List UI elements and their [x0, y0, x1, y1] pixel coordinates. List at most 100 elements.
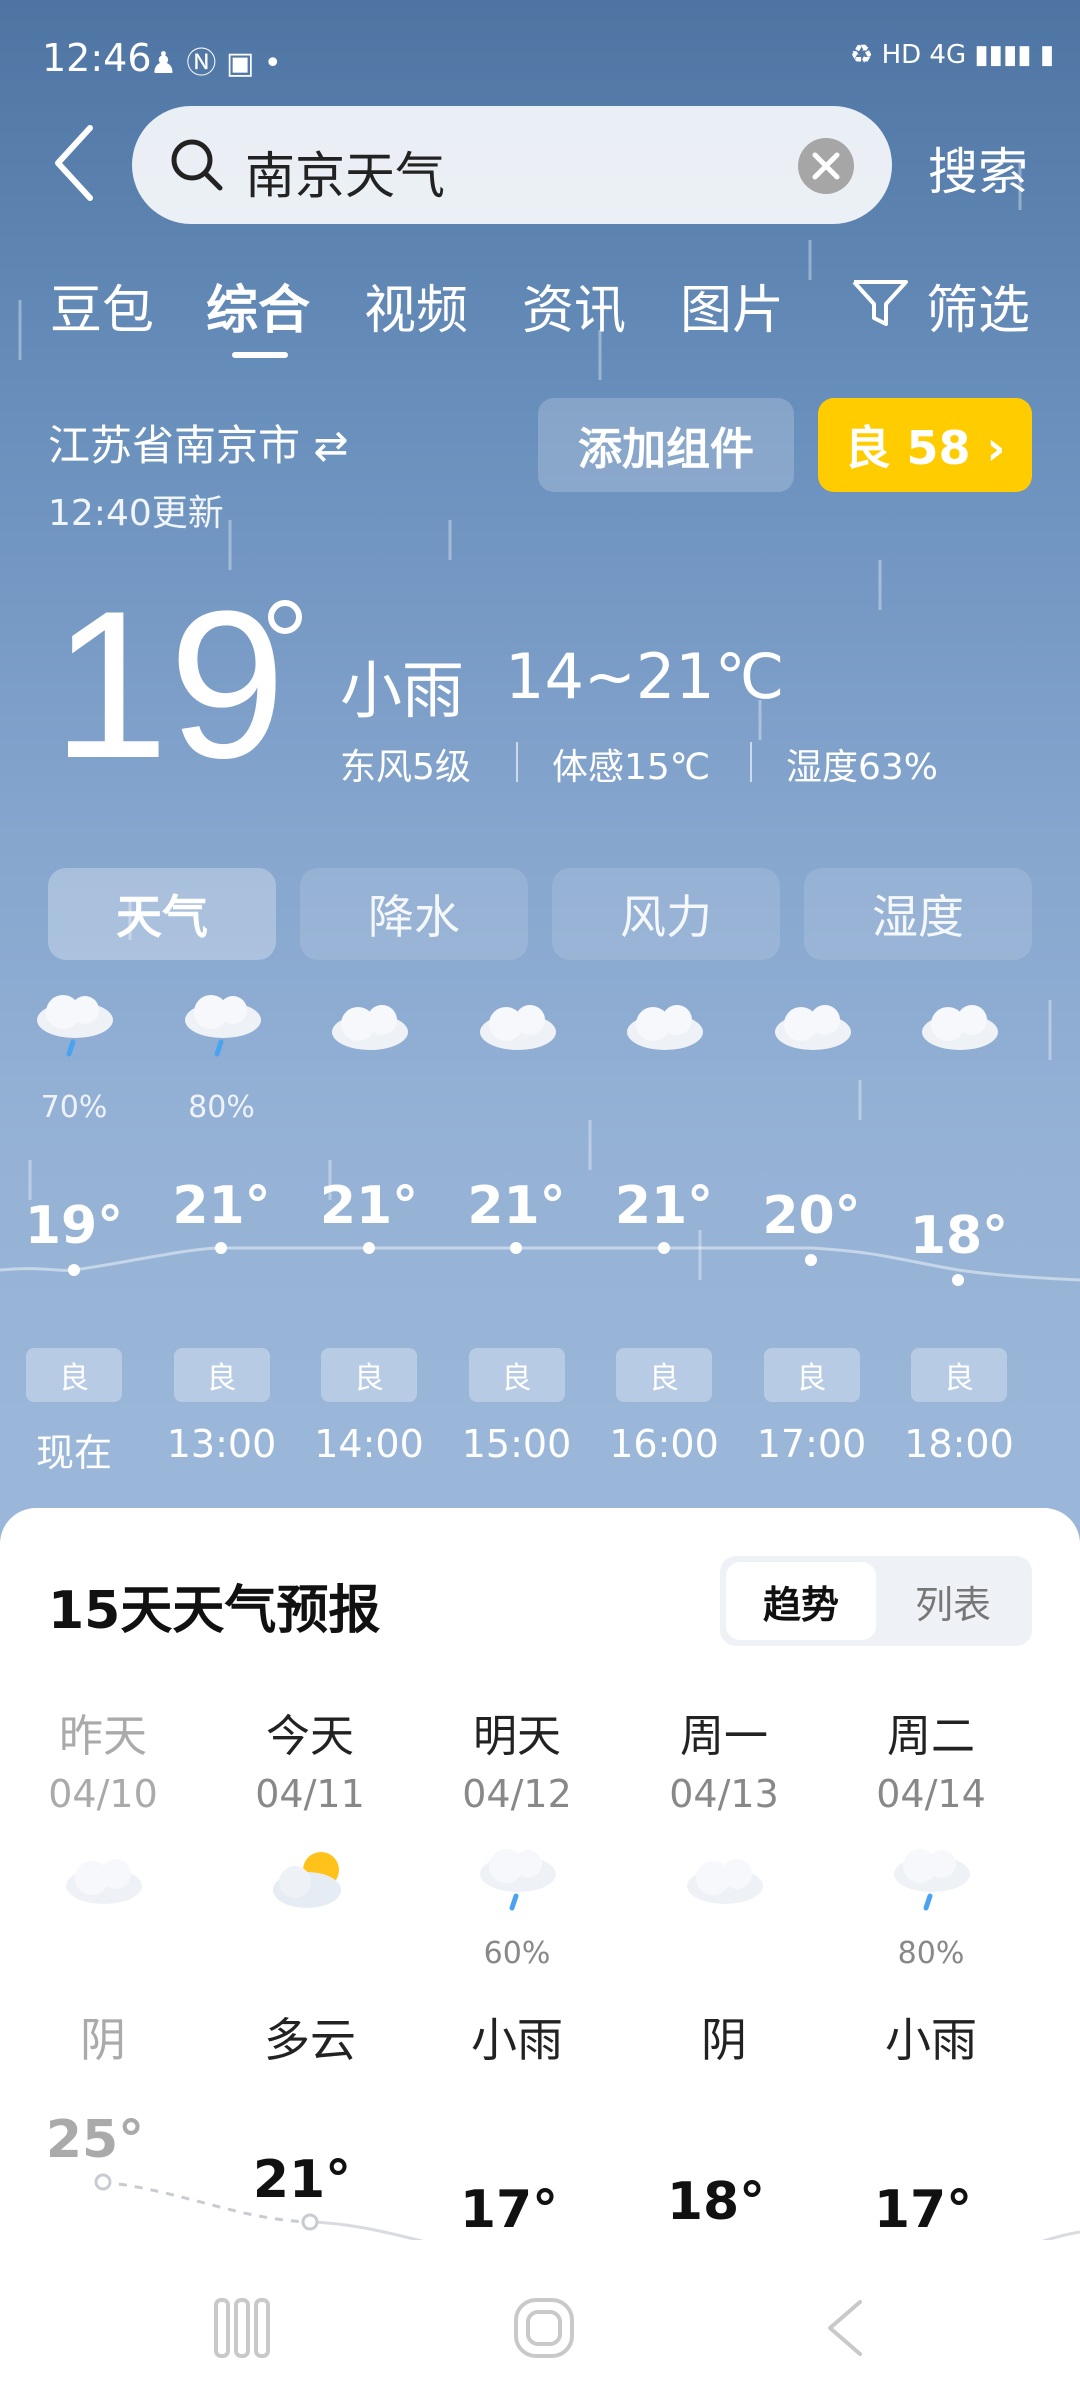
aqi-button[interactable]: 良 58 ›	[818, 398, 1032, 492]
cloud-icon	[922, 1005, 998, 1050]
status-left-icons: ♟ Ⓝ ▣ •	[150, 46, 282, 81]
day-condition: 多云	[264, 2013, 356, 2067]
divider	[750, 742, 752, 782]
day-high-temp: 21°	[252, 2150, 352, 2210]
tab-all[interactable]: 综合	[206, 268, 310, 343]
hourly-precip: 80%	[188, 1090, 255, 1125]
hourly-time: 16:00	[609, 1422, 719, 1466]
tab-doubao[interactable]: 豆包	[50, 268, 154, 343]
current-temp: 19	[52, 567, 286, 802]
search-icon	[171, 139, 223, 191]
day-high-temp: 17°	[873, 2180, 973, 2240]
day-date: 04/14	[876, 1772, 986, 1816]
hourly-aqi-badge: 良	[616, 1348, 712, 1402]
segment-wind[interactable]: 风力	[552, 868, 780, 960]
add-widget-button[interactable]: 添加组件	[538, 398, 794, 492]
segment-precip[interactable]: 降水	[300, 868, 528, 960]
view-list-button[interactable]: 列表	[878, 1562, 1028, 1640]
hourly-temp: 21°	[614, 1176, 714, 1236]
day-condition: 阴	[701, 2013, 747, 2067]
cloud-icon	[332, 1005, 408, 1050]
day-icon-0	[3, 1844, 203, 1918]
recent-apps-icon[interactable]	[212, 2296, 272, 2360]
tab-images[interactable]: 图片	[680, 268, 784, 343]
search-button[interactable]: 搜索	[928, 132, 1028, 204]
hourly-aqi-badge: 良	[911, 1348, 1007, 1402]
swap-city-icon[interactable]: ⇄	[313, 421, 348, 470]
day-name: 明天	[473, 1711, 561, 1762]
day-condition: 阴	[80, 2013, 126, 2067]
clear-icon[interactable]	[796, 136, 856, 196]
hourly-time: 14:00	[314, 1422, 424, 1466]
active-tab-indicator	[232, 352, 288, 358]
hourly-temp: 19°	[24, 1196, 124, 1256]
wind: 东风5级	[340, 747, 471, 788]
back-icon[interactable]	[46, 118, 106, 208]
filter-icon[interactable]	[850, 278, 910, 328]
day-precip: 80%	[897, 1936, 965, 1971]
segment-weather[interactable]: 天气	[48, 868, 276, 960]
day-high-temp: 17°	[459, 2180, 559, 2240]
status-right-icons: ♻ HD 4G ▮▮▮▮ ▮	[850, 40, 1055, 70]
search-input[interactable]: 南京天气	[245, 136, 445, 208]
current-condition: 小雨	[340, 654, 465, 727]
day-name: 昨天	[59, 1711, 147, 1762]
home-icon[interactable]	[512, 2296, 576, 2360]
cloud-icon	[479, 1005, 556, 1050]
update-time: 12:40更新	[48, 493, 224, 534]
hourly-aqi-badge: 良	[468, 1348, 565, 1402]
day-name: 周二	[887, 1711, 975, 1762]
hourly-time: 现在	[35, 1431, 112, 1475]
hourly-aqi-badge: 良	[763, 1348, 860, 1402]
hourly-icon-2	[295, 990, 443, 1064]
day-high-temp: 25°	[45, 2110, 145, 2170]
hourly-temp: 21°	[172, 1176, 271, 1236]
tab-filter[interactable]: 筛选	[926, 268, 1030, 343]
rain-cloud-icon	[184, 995, 261, 1057]
back-nav-icon[interactable]	[822, 2296, 866, 2360]
hourly-temp: 18°	[909, 1206, 1009, 1266]
day-date: 04/11	[255, 1772, 365, 1816]
humidity: 湿度63%	[786, 747, 939, 788]
day-condition: 小雨	[471, 2013, 563, 2067]
cloud-icon	[774, 1005, 851, 1050]
segment-humidity[interactable]: 湿度	[804, 868, 1032, 960]
day-icon-1	[210, 1844, 410, 1918]
day-icon-4	[831, 1844, 1031, 1918]
view-trend-button[interactable]: 趋势	[726, 1562, 876, 1640]
forecast-title: 15天天气预报	[48, 1581, 381, 1641]
degree-symbol	[268, 600, 302, 634]
hourly-temp: 21°	[319, 1176, 419, 1236]
hourly-icon-0	[0, 990, 148, 1064]
temp-range: 14~21℃	[505, 640, 785, 713]
hourly-aqi-badge: 良	[321, 1348, 417, 1402]
partly-cloudy-icon	[273, 1852, 341, 1908]
tab-news[interactable]: 资讯	[522, 268, 626, 343]
hourly-time: 18:00	[904, 1422, 1014, 1466]
hourly-icon-4	[590, 990, 738, 1064]
rain-cloud-icon	[480, 1849, 556, 1911]
location-row[interactable]: 江苏省南京市 ⇄	[48, 412, 349, 473]
divider	[516, 742, 518, 782]
day-high-temp: 18°	[666, 2172, 766, 2232]
day-name: 今天	[266, 1711, 354, 1762]
rain-cloud-icon	[37, 995, 113, 1057]
hourly-temp: 21°	[467, 1176, 566, 1236]
hourly-icon-5	[738, 990, 886, 1064]
location-city: 江苏省南京市	[48, 421, 301, 470]
hourly-time: 15:00	[461, 1422, 572, 1466]
day-name: 周一	[680, 1711, 768, 1762]
hourly-icon-1	[148, 990, 296, 1064]
cloud-icon	[66, 1859, 142, 1904]
hourly-aqi-badge: 良	[26, 1348, 122, 1402]
cloud-icon	[687, 1859, 763, 1904]
day-date: 04/12	[462, 1772, 572, 1816]
status-time: 12:46	[42, 36, 152, 80]
weather-screen: 12:46 ♟ Ⓝ ▣ • ♻ HD 4G ▮▮▮▮ ▮ 南京天气 搜索 豆包 …	[0, 0, 1080, 2400]
day-condition: 小雨	[885, 2013, 977, 2067]
day-date: 04/13	[669, 1772, 779, 1816]
feels-like: 体感15℃	[552, 747, 711, 788]
hourly-icon-6	[885, 990, 1033, 1064]
day-precip: 60%	[483, 1936, 551, 1971]
tab-video[interactable]: 视频	[364, 268, 468, 343]
